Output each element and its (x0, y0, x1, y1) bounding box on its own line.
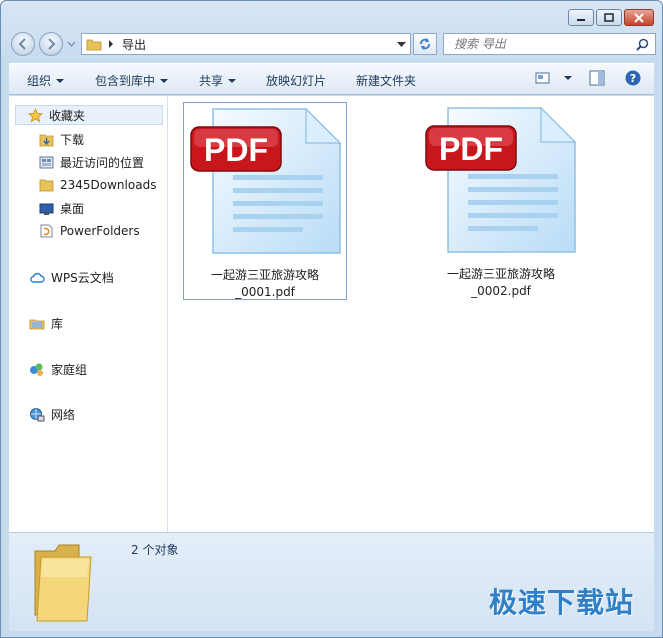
file-list: PDF 一起游三亚旅游攻略 _0001.pdf PDF 一起游三亚旅游攻略 _0… (168, 96, 654, 532)
caret-down-icon (160, 78, 169, 83)
maximize-icon (604, 13, 614, 22)
nav-2345downloads[interactable]: 2345Downloads (39, 177, 156, 192)
caret-down-icon (56, 78, 65, 83)
window-controls (568, 9, 654, 26)
file-name-0001: 一起游三亚旅游攻略 _0001.pdf (184, 267, 346, 301)
forward-arrow-icon (48, 38, 56, 50)
details-pane: 2 个对象 极速下载站 (9, 532, 654, 631)
file-name-line1: 一起游三亚旅游攻略 (446, 267, 555, 281)
forward-button[interactable] (39, 32, 63, 56)
back-arrow-icon (18, 38, 26, 50)
network-icon (30, 408, 45, 422)
view-icon (535, 72, 550, 84)
nav-downloads-label: 下载 (60, 133, 85, 147)
share-label: 共享 (199, 74, 224, 88)
recent-places-icon (39, 156, 54, 169)
desktop-icon (39, 203, 54, 215)
nav-favorites[interactable]: 收藏夹 (15, 105, 163, 125)
slideshow-button[interactable]: 放映幻灯片 (266, 72, 326, 89)
folder-icon (86, 39, 102, 51)
back-button[interactable] (11, 32, 35, 56)
nav-favorites-label: 收藏夹 (49, 108, 86, 123)
address-bar[interactable]: 导出 (81, 33, 411, 55)
pdf-file-icon: PDF (425, 106, 577, 253)
search-input[interactable] (452, 36, 636, 52)
nav-library-label: 库 (51, 317, 64, 331)
view-options-button[interactable] (535, 71, 572, 85)
close-icon (634, 12, 644, 23)
command-bar: 组织 包含到库中 共享 放映幻灯片 新建文件夹 ? (9, 63, 654, 95)
help-icon: ? (625, 70, 641, 86)
nav-network[interactable]: 网络 (29, 406, 75, 423)
nav-desktop[interactable]: 桌面 (39, 200, 84, 217)
search-box[interactable] (443, 33, 656, 55)
cloud-icon (30, 272, 45, 283)
nav-recent[interactable]: 最近访问的位置 (39, 154, 144, 171)
organize-menu[interactable]: 组织 (27, 72, 65, 89)
nav-homegroup[interactable]: 家庭组 (29, 361, 87, 378)
nav-network-label: 网络 (51, 408, 76, 422)
explorer-window: 导出 组织 包含到库中 共享 (0, 0, 663, 638)
refresh-icon (420, 38, 430, 50)
nav-recent-label: 最近访问的位置 (60, 156, 145, 170)
nav-2345downloads-label: 2345Downloads (60, 177, 157, 192)
caret-down-icon (564, 76, 572, 80)
file-name-0002: 一起游三亚旅游攻略 _0002.pdf (419, 266, 583, 300)
minimize-button[interactable] (568, 9, 594, 26)
caret-down-icon (228, 78, 237, 83)
star-icon (28, 107, 43, 122)
svg-text:?: ? (630, 72, 636, 85)
navigation-bar: 导出 (9, 31, 656, 59)
file-name-line2: _0002.pdf (471, 284, 531, 298)
pdf-badge-text: PDF (439, 131, 503, 167)
nav-powerfolders-label: PowerFolders (60, 223, 140, 238)
include-in-library-menu[interactable]: 包含到库中 (95, 72, 169, 89)
slideshow-label: 放映幻灯片 (266, 74, 327, 88)
help-button[interactable]: ? (625, 70, 641, 86)
history-dropdown-icon[interactable] (67, 41, 76, 47)
search-icon[interactable] (636, 38, 649, 51)
file-name-line1: 一起游三亚旅游攻略 (210, 268, 319, 282)
pdf-badge-text: PDF (204, 132, 268, 168)
address-path: 导出 (122, 37, 147, 52)
organize-label: 组织 (27, 74, 52, 88)
watermark-text: 极速下载站 (488, 586, 634, 619)
nav-wps-cloud[interactable]: WPS云文档 (29, 269, 114, 286)
include-in-library-label: 包含到库中 (95, 74, 156, 88)
nav-desktop-label: 桌面 (60, 202, 85, 216)
new-folder-button[interactable]: 新建文件夹 (356, 72, 416, 89)
nav-downloads[interactable]: 下载 (39, 131, 84, 148)
file-item-0002[interactable]: PDF 一起游三亚旅游攻略 _0002.pdf (419, 102, 583, 300)
maximize-button[interactable] (596, 9, 622, 26)
item-count: 2 个对象 (131, 543, 179, 557)
minimize-icon (577, 18, 585, 21)
downloads-folder-icon (39, 134, 54, 147)
nav-powerfolders[interactable]: PowerFolders (39, 223, 140, 238)
file-name-line2: _0001.pdf (235, 285, 295, 299)
homegroup-icon (30, 363, 43, 376)
refresh-button[interactable] (413, 33, 437, 55)
address-dropdown-icon[interactable] (397, 42, 406, 48)
share-menu[interactable]: 共享 (199, 72, 237, 89)
library-icon (29, 319, 45, 330)
chevron-right-icon (109, 40, 113, 48)
folder-large-icon (34, 544, 92, 622)
file-item-0001[interactable]: PDF 一起游三亚旅游攻略 _0001.pdf (183, 102, 347, 300)
folder-icon (39, 179, 54, 192)
pdf-file-icon: PDF (190, 107, 342, 254)
nav-library[interactable]: 库 (29, 315, 63, 332)
nav-wps-cloud-label: WPS云文档 (51, 271, 114, 285)
nav-homegroup-label: 家庭组 (51, 363, 88, 377)
new-folder-label: 新建文件夹 (356, 74, 417, 88)
navigation-pane: 收藏夹 下载 最近访问的位置 2345Downloads 桌面 PowerFol… (9, 96, 168, 532)
preview-pane-button[interactable] (589, 70, 605, 86)
powerfolders-icon (40, 224, 53, 238)
preview-pane-icon (589, 70, 605, 86)
close-button[interactable] (624, 9, 654, 26)
